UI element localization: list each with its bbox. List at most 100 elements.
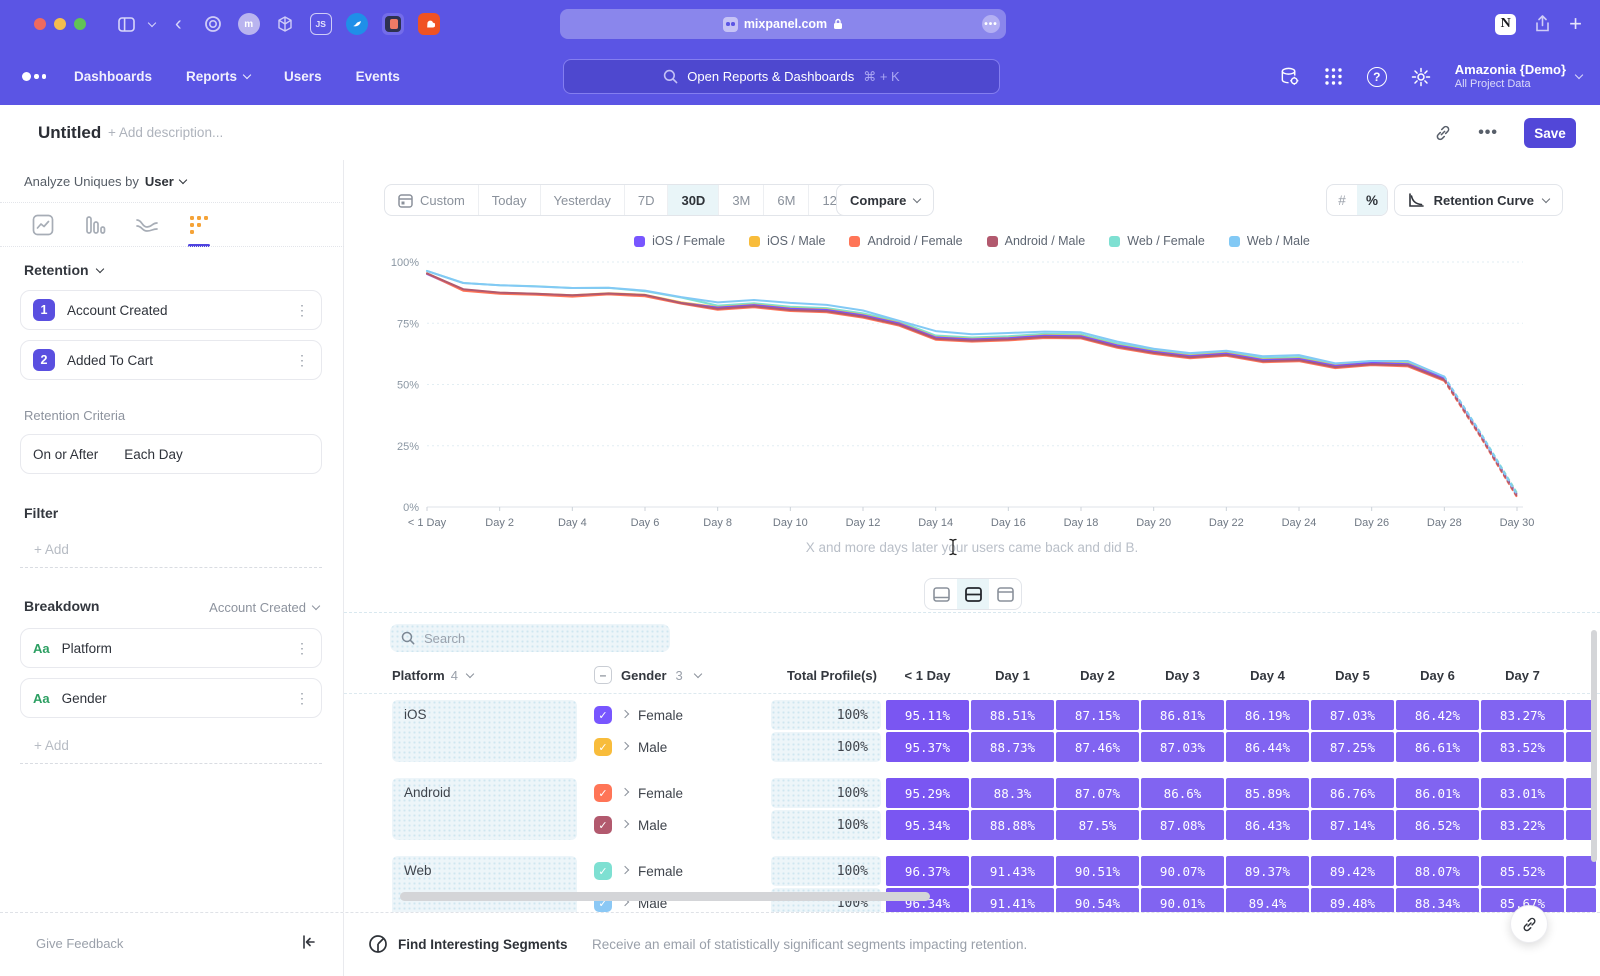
retention-value-cell[interactable]: 86.19% [1226,700,1309,730]
give-feedback-link[interactable]: Give Feedback [36,936,123,951]
extension-bird-icon[interactable] [346,13,368,35]
series-checkbox[interactable]: ✓ [594,738,612,756]
day-column-header[interactable]: Day 3 [1140,668,1225,683]
retention-value-cell[interactable]: 85.89% [1226,778,1309,808]
retention-value-cell[interactable]: 87.08% [1141,810,1224,840]
retention-value-cell[interactable]: 96.37% [886,856,969,886]
retention-criteria-card[interactable]: On or After Each Day [20,434,322,474]
retention-value-cell[interactable]: 87.07% [1056,778,1139,808]
retention-value-cell[interactable]: 86.44% [1226,732,1309,762]
view-split-button[interactable] [957,579,989,609]
kebab-menu-icon[interactable]: ⋮ [295,352,309,369]
tab-flows[interactable] [132,210,162,240]
retention-value-cell[interactable]: 83.01% [1481,778,1564,808]
expand-chevron-icon[interactable] [621,787,629,795]
retention-section-header[interactable]: Retention [24,262,103,278]
legend-item[interactable]: Web / Female [1109,234,1205,248]
retention-value-cell[interactable]: 86.52% [1396,810,1479,840]
retention-value-cell[interactable]: 86.61% [1396,732,1479,762]
share-link-floating-button[interactable] [1510,905,1548,943]
horizontal-scrollbar[interactable] [400,892,930,901]
legend-item[interactable]: Web / Male [1229,234,1310,248]
legend-item[interactable]: iOS / Male [749,234,825,248]
series-checkbox[interactable]: ✓ [594,706,612,724]
gender-row-ios-female[interactable]: ✓Female [594,700,683,730]
retention-value-cell[interactable]: 90.51% [1056,856,1139,886]
nav-item-reports[interactable]: Reports [186,69,250,84]
table-search-input[interactable]: Search [390,624,670,652]
criteria-mode[interactable]: On or After [33,447,98,462]
retention-value-cell[interactable]: 89.37% [1226,856,1309,886]
retention-value-cell[interactable]: 91.43% [971,856,1054,886]
retention-value-cell[interactable]: 86.43% [1226,810,1309,840]
retention-value-cell[interactable]: 88.34% [1396,888,1479,912]
retention-value-cell[interactable]: 86.76% [1311,778,1394,808]
retention-value-cell[interactable]: 86.81% [1141,700,1224,730]
retention-value-cell[interactable]: 95.37% [886,732,969,762]
nav-item-users[interactable]: Users [284,69,322,84]
report-title[interactable]: Untitled [38,123,101,143]
add-description[interactable]: + Add description... [108,125,223,140]
filter-add-button[interactable]: + Add [20,532,322,568]
series-checkbox[interactable]: ✓ [594,862,612,880]
retention-value-cell[interactable]: 89.4% [1226,888,1309,912]
retention-value-cell[interactable]: 95.29% [886,778,969,808]
series-checkbox[interactable]: ✓ [594,784,612,802]
day-column-header[interactable]: Day 6 [1395,668,1480,683]
legend-item[interactable]: iOS / Female [634,234,725,248]
retention-value-cell[interactable]: 87.15% [1056,700,1139,730]
tab-funnels[interactable] [80,210,110,240]
retention-value-cell[interactable]: 83.22% [1481,810,1564,840]
notion-extension-icon[interactable]: N [1495,14,1516,35]
retention-step-2[interactable]: 2 Added To Cart ⋮ [20,340,322,380]
sidebar-toggle-icon[interactable] [118,17,135,32]
legend-item[interactable]: Android / Male [987,234,1086,248]
retention-value-cell[interactable]: 83.27% [1481,700,1564,730]
legend-item[interactable]: Android / Female [849,234,962,248]
retention-value-cell[interactable]: 87.03% [1141,732,1224,762]
tab-insights[interactable] [28,210,58,240]
global-search-button[interactable]: Open Reports & Dashboards ⌘ + K [563,59,1000,94]
retention-value-cell[interactable]: 86.01% [1396,778,1479,808]
retention-value-cell[interactable]: 90.01% [1141,888,1224,912]
retention-value-cell[interactable]: 87.46% [1056,732,1139,762]
gender-row-ios-male[interactable]: ✓Male [594,732,667,762]
percent-toggle-button[interactable]: % [1357,185,1387,215]
tab-overview-chevron-icon[interactable] [148,18,156,26]
series-checkbox[interactable]: ✓ [594,816,612,834]
copy-link-icon[interactable] [1434,124,1452,142]
platform-cell[interactable]: iOS [392,700,577,762]
day-column-header[interactable]: < 1 Day [885,668,970,683]
retention-value-cell[interactable]: 88.07% [1396,856,1479,886]
extension-target-icon[interactable] [202,13,224,35]
retention-value-cell[interactable]: 90.07% [1141,856,1224,886]
apps-grid-icon[interactable] [1324,67,1343,86]
retention-value-cell[interactable]: 89.48% [1311,888,1394,912]
expand-chevron-icon[interactable] [621,709,629,717]
extension-soundcloud-icon[interactable] [418,13,440,35]
mixpanel-logo[interactable] [22,72,46,81]
range-6m[interactable]: 6M [764,185,809,215]
retention-value-cell[interactable]: 95.11% [886,700,969,730]
extension-reader-icon[interactable] [382,13,404,35]
gender-row-android-female[interactable]: ✓Female [594,778,683,808]
project-switcher[interactable]: Amazonia {Demo} All Project Data [1455,62,1582,92]
minimize-window-button[interactable] [54,18,66,30]
range-30d[interactable]: 30D [668,185,719,215]
select-all-checkbox[interactable]: – [594,666,612,684]
retention-value-cell[interactable]: 88.3% [971,778,1054,808]
more-options-icon[interactable]: ••• [1478,124,1498,142]
day-column-header[interactable]: Day 2 [1055,668,1140,683]
day-column-header[interactable]: Day 1 [970,668,1055,683]
range-3m[interactable]: 3M [719,185,764,215]
platform-cell[interactable]: Web [392,856,577,912]
find-segments-title[interactable]: Find Interesting Segments [398,937,568,952]
data-management-icon[interactable] [1279,66,1300,87]
back-icon[interactable]: ‹ [175,14,182,34]
expand-chevron-icon[interactable] [621,865,629,873]
criteria-interval[interactable]: Each Day [124,447,183,462]
range-yesterday[interactable]: Yesterday [541,185,625,215]
nav-item-events[interactable]: Events [356,69,400,84]
extension-cube-icon[interactable] [274,13,296,35]
range-7d[interactable]: 7D [625,185,669,215]
